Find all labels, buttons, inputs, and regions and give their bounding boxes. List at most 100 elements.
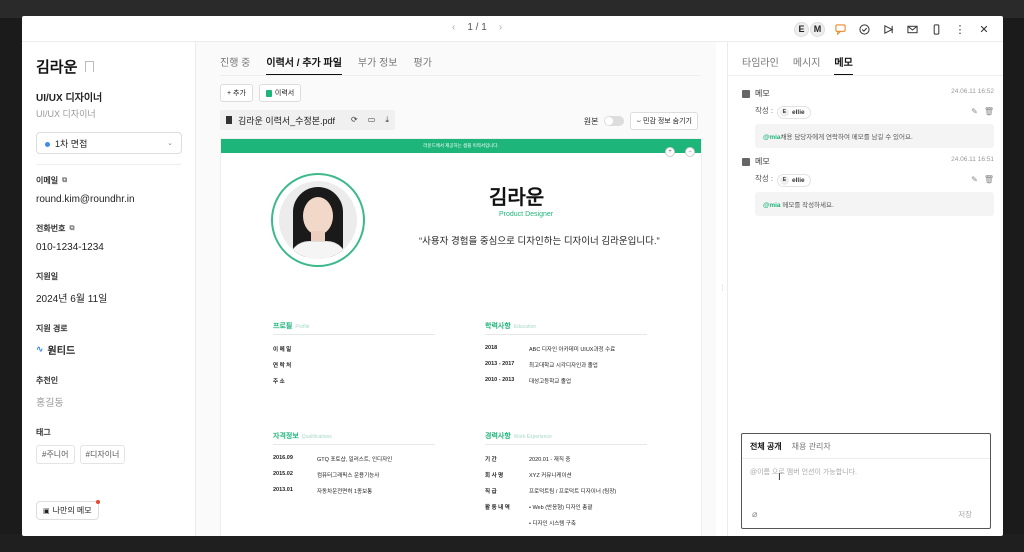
- member-avatars[interactable]: E M: [794, 21, 825, 37]
- hide-sensitive-label: 민감 정보 숨기기: [643, 118, 692, 125]
- zoom-out-icon[interactable]: −: [685, 147, 695, 157]
- tab-progress[interactable]: 진행 중: [220, 54, 250, 76]
- comment-icon[interactable]: [831, 20, 849, 38]
- page-indicator: 1 / 1: [467, 22, 487, 33]
- visibility-managers-tab[interactable]: 채용 관리자: [792, 441, 831, 452]
- resume-preview: 라운드에서 제공하는 샘플 이력서입니다. + − 김라운 Product De…: [220, 138, 702, 536]
- save-button[interactable]: 저장: [958, 509, 972, 520]
- edit-icon[interactable]: ✎: [971, 107, 978, 116]
- original-toggle[interactable]: [604, 116, 625, 126]
- education-row: 2013 - 2017 최고대학교 시각디자인과 졸업: [485, 361, 598, 369]
- copy-icon[interactable]: ⧉: [62, 177, 67, 185]
- more-icon[interactable]: ⋮: [951, 20, 969, 38]
- profile-row: 이 메 일: [273, 347, 292, 353]
- file-icon: [226, 116, 232, 124]
- candidate-profile-panel: 김라운 UI/UX 디자이너 UI/UX 디자이너 1차 면접 ⌄ 이메일 ⧉ r…: [22, 42, 195, 536]
- file-name[interactable]: 김라운 이력서_수정본.pdf: [238, 114, 335, 127]
- trash-icon[interactable]: 🗑: [984, 175, 994, 184]
- tab-evaluation[interactable]: 평가: [414, 54, 432, 76]
- memo-item: 메모 24.06.11 16:51 작성 : Eellie ✎ 🗑 @mia 메모를…: [742, 156, 994, 216]
- tab-underline: [220, 75, 700, 76]
- bookmark-icon[interactable]: [85, 61, 95, 72]
- send-icon[interactable]: [879, 20, 897, 38]
- tab-resume[interactable]: 이력서 / 추가 파일: [266, 54, 342, 76]
- resume-panel: 진행 중 이력서 / 추가 파일 부가 정보 평가 + 추가 이력서 김라운 이…: [196, 42, 716, 536]
- notification-dot: [95, 500, 100, 504]
- mail-icon[interactable]: [903, 20, 921, 38]
- check-circle-icon[interactable]: [855, 20, 873, 38]
- resume-quote: “사용자 경험을 중심으로 디자인하는 디자이너 김라운입니다.”: [419, 236, 660, 247]
- memo-title: 메모: [755, 157, 770, 166]
- resume-title: Product Designer: [499, 211, 554, 218]
- memo-time: 24.06.11 16:52: [951, 88, 994, 95]
- topbar-actions: E M ⋮ ✕: [794, 20, 993, 38]
- phone-value: 010-1234-1234: [36, 242, 104, 253]
- close-icon[interactable]: ✕: [975, 20, 993, 38]
- mobile-icon[interactable]: [927, 20, 945, 38]
- visibility-public-tab[interactable]: 전체 공개: [750, 441, 782, 452]
- stage-value: 1차 면접: [55, 138, 88, 149]
- divider: [273, 444, 435, 445]
- candidate-role: UI/UX 디자이너: [36, 93, 103, 104]
- tab-messages[interactable]: 메시지: [793, 54, 821, 76]
- attach-icon[interactable]: ⌀: [752, 509, 757, 520]
- avatar: E: [794, 21, 809, 37]
- center-tabs: 진행 중 이력서 / 추가 파일 부가 정보 평가: [220, 54, 432, 76]
- email-value: round.kim@roundhr.in: [36, 194, 135, 205]
- zoom-in-icon[interactable]: +: [665, 147, 675, 157]
- section-profile: 프로필 Profile: [273, 323, 310, 330]
- edit-icon[interactable]: ✎: [971, 175, 978, 184]
- resume-chip-label: 이력서: [274, 90, 295, 97]
- author-label: 작성 :: [755, 106, 773, 115]
- qualification-row: 2016.09 GTQ 포토샵, 일러스트, 인디자인: [273, 455, 393, 463]
- memo-icon: ▣: [43, 507, 50, 515]
- applied-label: 지원일: [36, 272, 59, 281]
- wanted-logo-icon: ∿: [36, 344, 44, 354]
- profile-row: 연 락 처: [273, 363, 292, 369]
- education-row: 2018 ABC 디자인 아카데미 UIUX과정 수료: [485, 345, 616, 353]
- download-icon[interactable]: ⤓: [385, 115, 389, 125]
- profile-photo: [271, 173, 365, 267]
- right-tabs: 타임라인 메시지 메모: [742, 54, 853, 76]
- hide-sensitive-button[interactable]: ⌣ 민감 정보 숨기기: [630, 112, 698, 130]
- tab-additional-info[interactable]: 부가 정보: [358, 54, 398, 76]
- my-memo-label: 나만의 메모: [52, 506, 92, 515]
- resume-chip[interactable]: 이력서: [258, 84, 302, 102]
- candidate-modal: ‹ 1 / 1 › E M ⋮ ✕ 김라운 UI/UX 디자이너 UI/UX 디…: [22, 16, 1003, 536]
- phone-label: 전화번호: [36, 224, 66, 233]
- memo-composer: 전체 공개 채용 관리자 @이름 으로 멤버 언션이 가능합니다. I ⌀ 저장: [741, 433, 991, 529]
- prev-page-button[interactable]: ‹: [452, 22, 455, 33]
- trash-icon[interactable]: 🗑: [984, 107, 994, 116]
- qualification-row: 2013.01 자동차운전면허 1종보통: [273, 487, 373, 495]
- file-bar: 김라운 이력서_수정본.pdf ⟳ ▭ ⤓: [220, 110, 395, 130]
- tag[interactable]: #주니어: [36, 445, 75, 464]
- expand-icon[interactable]: ▭: [368, 115, 376, 125]
- author-chip: Eellie: [776, 173, 811, 187]
- tab-memo[interactable]: 메모: [834, 54, 853, 76]
- stage-select[interactable]: 1차 면접 ⌄: [36, 132, 182, 154]
- divider: [485, 334, 647, 335]
- candidate-role-sub: UI/UX 디자이너: [36, 109, 96, 119]
- education-row: 2010 - 2013 대성고등학교 졸업: [485, 377, 572, 385]
- refresh-icon[interactable]: ⟳: [351, 115, 358, 125]
- add-file-button[interactable]: + 추가: [220, 84, 253, 102]
- resume-name: 김라운: [489, 187, 545, 209]
- divider: [36, 164, 181, 165]
- memo-time: 24.06.11 16:51: [951, 156, 994, 163]
- profile-row: 주 소: [273, 379, 285, 385]
- tab-timeline[interactable]: 타임라인: [742, 54, 779, 76]
- sample-banner: 라운드에서 제공하는 샘플 이력서입니다.: [221, 139, 701, 153]
- channel-label: 지원 경로: [36, 324, 68, 333]
- email-label: 이메일: [36, 176, 59, 185]
- copy-icon[interactable]: ⧉: [69, 225, 74, 233]
- background-app-footer: [0, 534, 1024, 552]
- memo-icon: [742, 157, 750, 166]
- eye-off-icon: ⌣: [636, 118, 642, 125]
- my-memo-button[interactable]: ▣ 나만의 메모: [36, 500, 100, 520]
- text-cursor-icon: I: [778, 472, 781, 483]
- candidate-name: 김라운: [36, 59, 78, 76]
- tag[interactable]: #디자이너: [79, 445, 126, 464]
- next-page-button[interactable]: ›: [499, 22, 502, 33]
- author-chip: Eellie: [776, 105, 811, 119]
- resize-handle-icon[interactable]: ⋮: [719, 284, 726, 292]
